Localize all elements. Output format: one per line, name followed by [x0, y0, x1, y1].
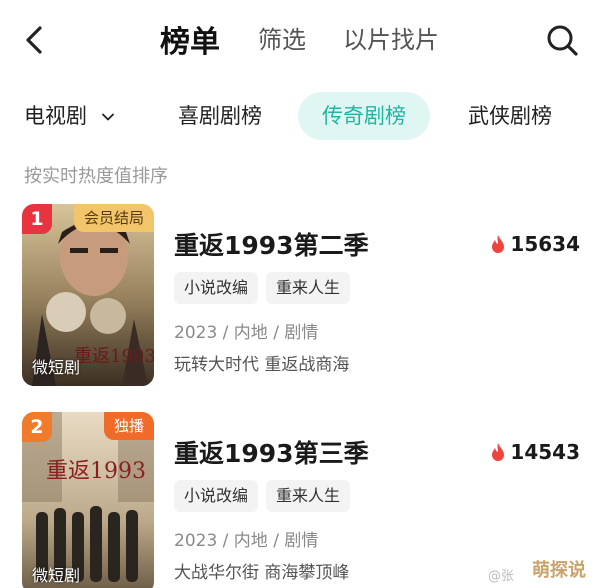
- heat-value: 14543: [510, 440, 580, 464]
- tab-filter[interactable]: 筛选: [258, 20, 306, 55]
- category-dropdown-label: 电视剧: [24, 104, 87, 128]
- exclusive-badge: 独播: [103, 412, 154, 440]
- category-row: 电视剧 喜剧剧榜 传奇剧榜 武侠剧榜: [0, 92, 594, 142]
- item-meta: 2023 / 内地 / 剧情: [174, 323, 319, 343]
- heat-value: 15634: [510, 232, 580, 256]
- list-item[interactable]: 重返1993 2 独播 微短剧 重返1993第三季 14543 小说改编 重来人生…: [0, 412, 594, 588]
- item-title[interactable]: 重返1993第二季: [174, 226, 369, 262]
- tag-chip[interactable]: 小说改编: [174, 480, 259, 512]
- chevron-down-icon: [101, 113, 114, 121]
- heat-score: 15634: [490, 232, 580, 256]
- category-comedy[interactable]: 喜剧剧榜: [178, 92, 262, 140]
- tab-find-by-film[interactable]: 以片找片: [343, 20, 439, 55]
- category-legend[interactable]: 传奇剧榜: [298, 92, 430, 140]
- poster-label: 微短剧: [32, 566, 81, 585]
- top-bar: 榜单 筛选 以片找片: [0, 0, 594, 80]
- item-description: 玩转大时代 重返战商海: [174, 355, 350, 375]
- watermark-user: @张: [488, 569, 515, 584]
- flame-icon: [492, 235, 505, 253]
- item-meta: 2023 / 内地 / 剧情: [174, 531, 319, 551]
- watermark-logo: 萌探说: [532, 560, 586, 581]
- category-wuxia[interactable]: 武侠剧榜: [468, 92, 552, 140]
- vip-badge: 会员结局: [73, 204, 154, 232]
- poster-image[interactable]: 重返1993 1 会员结局 微短剧: [22, 204, 154, 386]
- svg-text:重返1993: 重返1993: [46, 459, 146, 484]
- sort-hint: 按实时热度值排序: [24, 166, 168, 187]
- poster-label: 微短剧: [32, 358, 81, 377]
- item-title[interactable]: 重返1993第三季: [174, 434, 369, 470]
- tab-ranking[interactable]: 榜单: [160, 17, 220, 61]
- tag-chip[interactable]: 重来人生: [266, 480, 351, 512]
- tag-chip[interactable]: 小说改编: [174, 272, 259, 304]
- rank-badge: 2: [22, 412, 52, 442]
- back-icon[interactable]: [18, 22, 54, 58]
- flame-icon: [492, 443, 505, 461]
- search-icon[interactable]: [544, 22, 580, 58]
- tag-list: 小说改编 重来人生: [174, 272, 358, 304]
- svg-text:重返1993: 重返1993: [74, 346, 154, 367]
- rank-badge: 1: [22, 204, 52, 234]
- item-description: 大战华尔街 商海攀顶峰: [174, 563, 350, 583]
- list-item[interactable]: 重返1993 1 会员结局 微短剧 重返1993第二季 15634 小说改编 重来…: [0, 204, 594, 404]
- poster-image[interactable]: 重返1993 2 独播 微短剧: [22, 412, 154, 588]
- tag-chip[interactable]: 重来人生: [266, 272, 351, 304]
- heat-score: 14543: [490, 440, 580, 464]
- tag-list: 小说改编 重来人生: [174, 480, 358, 512]
- category-dropdown[interactable]: 电视剧: [24, 92, 114, 140]
